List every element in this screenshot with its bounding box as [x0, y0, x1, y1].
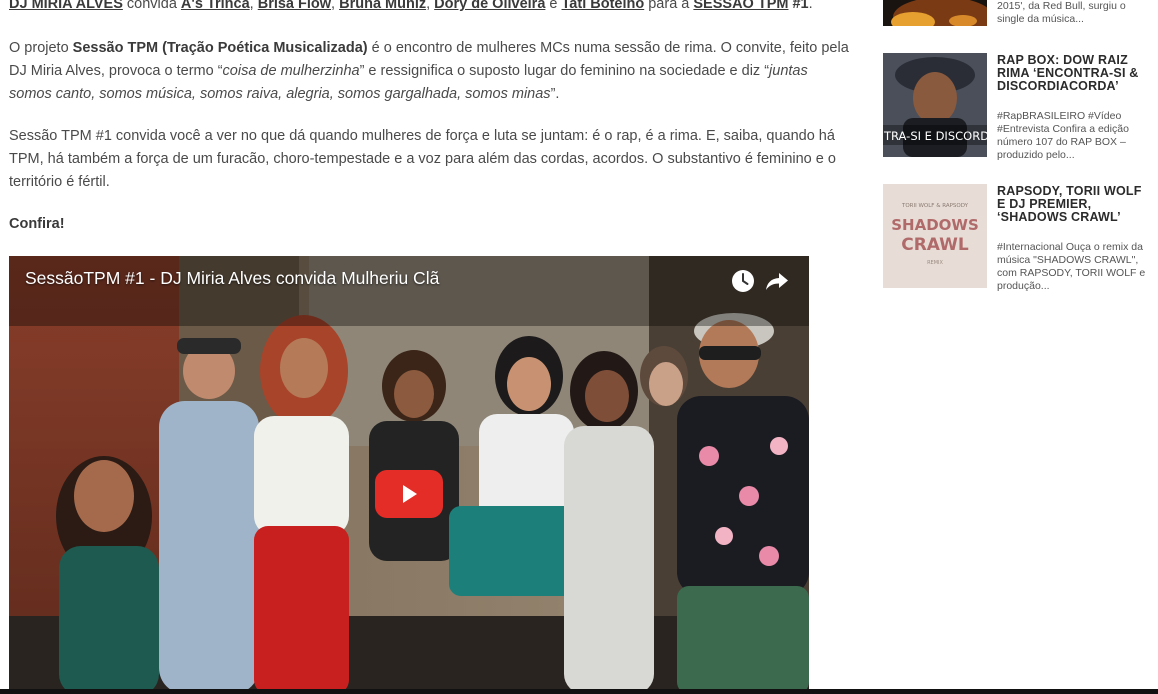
related-post[interactable]: TRA-SI E DISCORDIAC RAP BOX: DOW RAIZ RI… — [883, 53, 1153, 163]
link-as-trinca[interactable]: A's Trinca — [181, 0, 250, 12]
link-tati-botelho[interactable]: Tati Botelho — [562, 0, 645, 12]
separator: , — [249, 0, 258, 12]
post-thumbnail[interactable]: TORII WOLF & RAPSODY SHADOWS CRAWL REMIX — [883, 184, 987, 288]
related-post[interactable]: TORII WOLF & RAPSODY SHADOWS CRAWL REMIX… — [883, 184, 1153, 294]
paragraph-text: ”. — [550, 86, 560, 102]
paragraph-text: O projeto — [9, 40, 73, 56]
thumb-big-text-1: SHADOWS — [891, 216, 979, 234]
post-thumbnail[interactable] — [883, 0, 987, 26]
link-dj-miria-alves[interactable]: DJ MIRIA ALVES — [9, 0, 123, 12]
intro-text: convida — [122, 0, 181, 12]
paragraph-invite: Sessão TPM #1 convida você a ver no que … — [9, 128, 836, 190]
post-title[interactable]: RAP BOX: DOW RAIZ RIMA ‘ENCONTRA-SI & DI… — [997, 54, 1142, 93]
link-brisa-flow[interactable]: Brisa Flow — [258, 0, 331, 12]
link-sessao-tpm[interactable]: SESSÃO TPM — [693, 0, 788, 12]
thumb-caption: TRA-SI E DISCORDIAC — [883, 129, 987, 143]
confira-text: Confira! — [9, 216, 65, 232]
share-arrow-icon[interactable] — [764, 268, 790, 294]
separator: , — [426, 0, 435, 12]
separator: , — [331, 0, 340, 12]
project-name: Sessão TPM (Tração Poética Musicalizada) — [72, 40, 368, 56]
quote-term: coisa de mulherzinha — [222, 63, 360, 79]
link-dory-de-oliveira[interactable]: Dory de Oliveira — [434, 0, 545, 12]
intro-text: para a — [644, 0, 694, 12]
post-excerpt: 2015', da Red Bull, surgiu o single da m… — [997, 0, 1126, 25]
post-excerpt: #RapBRASILEIRO #Vídeo #Entrevista Confir… — [997, 110, 1129, 161]
video-player[interactable]: SessãoTPM #1 - DJ Miria Alves convida Mu… — [9, 256, 809, 694]
post-title[interactable]: RAPSODY, TORII WOLF E DJ PREMIER, ‘SHADO… — [997, 185, 1142, 224]
link-bruna-muniz[interactable]: Bruna Muniz — [339, 0, 426, 12]
thumb-small-text: TORII WOLF & RAPSODY — [901, 203, 969, 209]
play-button[interactable] — [375, 470, 443, 518]
thumb-sub-text: REMIX — [927, 260, 943, 266]
bottom-bar — [0, 689, 1158, 694]
post-excerpt: #Internacional Ouça o remix da música "S… — [997, 241, 1146, 292]
intro-text: . — [808, 0, 813, 12]
play-icon — [403, 485, 417, 503]
intro-line: DJ MIRIA ALVES convida A's Trinca, Brisa… — [9, 0, 813, 16]
clock-icon[interactable] — [730, 268, 756, 294]
post-thumbnail[interactable]: TRA-SI E DISCORDIAC — [883, 53, 987, 157]
intro-text: e — [545, 0, 562, 12]
paragraph-text: ” e ressignifica o suposto lugar do femi… — [359, 63, 770, 79]
video-title[interactable]: SessãoTPM #1 - DJ Miria Alves convida Mu… — [25, 268, 439, 289]
thumb-big-text-2: CRAWL — [901, 235, 969, 255]
related-post[interactable]: 2015', da Red Bull, surgiu o single da m… — [883, 0, 1153, 40]
intro-number: #1 — [788, 0, 809, 12]
paragraph-project: O projeto Sessão TPM (Tração Poética Mus… — [9, 37, 849, 106]
paragraph-confira: Confira! — [9, 213, 65, 236]
